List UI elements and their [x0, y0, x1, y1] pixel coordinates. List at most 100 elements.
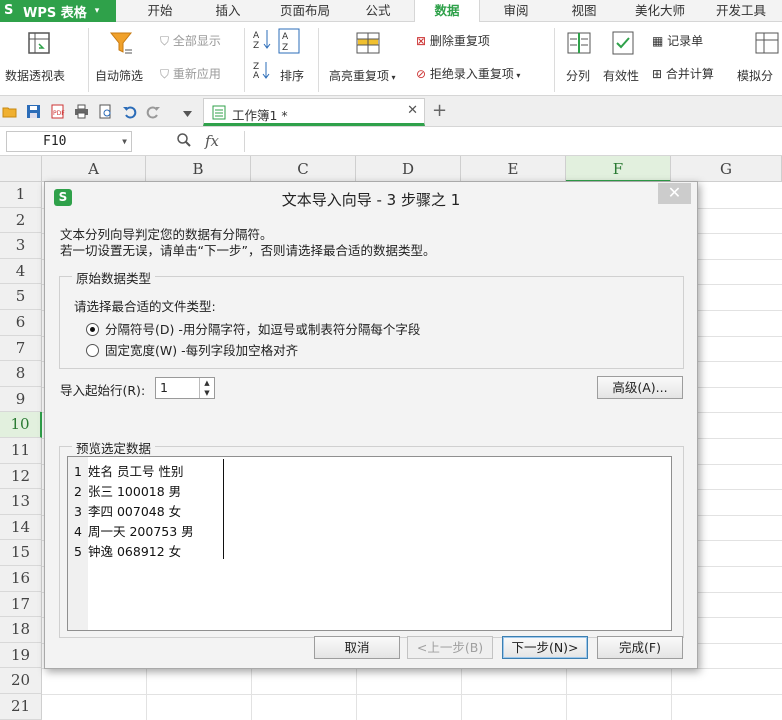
customize-toolbar-icon[interactable]: [180, 106, 195, 121]
row-header-1[interactable]: 1: [0, 182, 42, 208]
sort-button[interactable]: 排序: [280, 67, 304, 84]
delete-duplicates-button[interactable]: ⊠ 删除重复项: [416, 32, 490, 49]
tab-insert[interactable]: 插入: [204, 0, 252, 22]
simulate-button[interactable]: 模拟分: [737, 67, 773, 84]
tab-developer[interactable]: 开发工具: [704, 0, 778, 22]
row-header-12[interactable]: 12: [0, 463, 42, 490]
close-icon[interactable]: ✕: [658, 183, 691, 204]
insert-function-icon[interactable]: fx: [205, 132, 219, 150]
print-preview-icon[interactable]: [98, 104, 113, 119]
start-row-stepper[interactable]: 1 ▲ ▼: [155, 377, 215, 399]
column-header-f[interactable]: F: [566, 156, 671, 182]
radio-delimited-label: 分隔符号(D) -用分隔字符，如逗号或制表符分隔每个字段: [105, 322, 421, 337]
preview-row-number: 2: [74, 484, 82, 499]
consolidate-button[interactable]: ⊞ 合并计算: [652, 65, 714, 82]
row-header-16[interactable]: 16: [0, 566, 42, 592]
radio-fixed-width[interactable]: 固定宽度(W) -每列字段加空格对齐: [86, 340, 298, 359]
row-header-17[interactable]: 17: [0, 591, 42, 618]
export-pdf-icon[interactable]: PDF: [50, 104, 65, 119]
tab-review[interactable]: 审阅: [490, 0, 542, 22]
row-header-10[interactable]: 10: [0, 412, 42, 438]
validity-button[interactable]: 有效性: [603, 67, 639, 84]
ribbon-divider: [554, 28, 555, 92]
close-tab-icon[interactable]: ✕: [407, 103, 418, 118]
chevron-down-icon: ▼: [122, 137, 127, 146]
reject-duplicates-button[interactable]: ⊘ 拒绝录入重复项 ▾: [416, 65, 520, 82]
show-all-button[interactable]: ⛉ 全部显示: [160, 32, 221, 49]
split-columns-icon: [567, 32, 591, 54]
dialog-titlebar[interactable]: S 文本导入向导 - 3 步骤之 1 ✕: [45, 182, 697, 214]
row-header-15[interactable]: 15: [0, 540, 42, 566]
stepper-down-icon[interactable]: ▼: [200, 388, 214, 398]
row-header-3[interactable]: 3: [0, 233, 42, 259]
ribbon-divider: [318, 28, 319, 92]
reapply-button[interactable]: ⛉ 重新应用: [160, 65, 221, 82]
preview-row-number: 4: [74, 524, 82, 539]
name-box[interactable]: F10 ▼: [6, 131, 132, 152]
column-header-b[interactable]: B: [146, 156, 251, 182]
row-header-19[interactable]: 19: [0, 642, 42, 669]
undo-icon[interactable]: [122, 104, 137, 119]
highlight-duplicates-label: 高亮重复项: [329, 69, 390, 83]
row-header-7[interactable]: 7: [0, 335, 42, 362]
stepper-up-icon[interactable]: ▲: [200, 378, 214, 388]
row-header-18[interactable]: 18: [0, 617, 42, 643]
back-button[interactable]: <上一步(B): [407, 636, 493, 659]
save-icon[interactable]: [26, 104, 41, 119]
svg-text:A: A: [253, 71, 260, 80]
next-button[interactable]: 下一步(N)>: [502, 636, 588, 659]
row-header-11[interactable]: 11: [0, 438, 42, 464]
app-menu-button[interactable]: S WPS 表格 ▾: [0, 0, 116, 22]
row-header-14[interactable]: 14: [0, 514, 42, 541]
row-header-2[interactable]: 2: [0, 207, 42, 234]
row-header-8[interactable]: 8: [0, 361, 42, 387]
split-columns-button[interactable]: 分列: [566, 67, 590, 84]
column-header-e[interactable]: E: [461, 156, 566, 182]
tab-home[interactable]: 开始: [136, 0, 184, 22]
row-header-5[interactable]: 5: [0, 284, 42, 310]
redo-icon[interactable]: [146, 104, 161, 119]
row-header-13[interactable]: 13: [0, 489, 42, 515]
tab-formula[interactable]: 公式: [352, 0, 404, 22]
tab-page-layout[interactable]: 页面布局: [268, 0, 342, 22]
print-icon[interactable]: [74, 104, 89, 119]
row-header-21[interactable]: 21: [0, 694, 42, 720]
row-header-4[interactable]: 4: [0, 258, 42, 285]
finish-button[interactable]: 完成(F): [597, 636, 683, 659]
formula-input[interactable]: [244, 131, 780, 152]
row-header-9[interactable]: 9: [0, 386, 42, 413]
simulate-icon: [755, 32, 779, 54]
radio-delimited[interactable]: 分隔符号(D) -用分隔字符，如逗号或制表符分隔每个字段: [86, 319, 420, 338]
autofilter-button[interactable]: 自动筛选: [95, 67, 143, 84]
formula-bar: F10 ▼ fx: [0, 127, 782, 156]
row-header-6[interactable]: 6: [0, 310, 42, 336]
tab-data[interactable]: 数据: [414, 0, 480, 23]
tab-view[interactable]: 视图: [558, 0, 610, 22]
preview-row-text: 李四 007048 女: [88, 504, 182, 519]
open-folder-icon[interactable]: [2, 104, 17, 119]
row-header-20[interactable]: 20: [0, 668, 42, 694]
highlight-duplicates-button[interactable]: 高亮重复项 ▾: [329, 67, 396, 84]
new-tab-icon[interactable]: +: [432, 100, 447, 121]
cancel-button[interactable]: 取消: [314, 636, 400, 659]
tab-workbook1[interactable]: 工作簿1 * ✕: [203, 98, 425, 126]
stepper-buttons[interactable]: ▲ ▼: [199, 378, 214, 398]
column-header-c[interactable]: C: [251, 156, 356, 182]
cell-reference: F10: [43, 134, 67, 149]
filter-icon: [109, 32, 133, 54]
preview-row: 3 李四 007048 女: [74, 501, 181, 520]
select-all-corner[interactable]: [0, 156, 42, 182]
dialog-title: 文本导入向导 - 3 步骤之 1: [281, 191, 461, 209]
column-header-d[interactable]: D: [356, 156, 461, 182]
tab-beautify[interactable]: 美化大师: [622, 0, 698, 22]
show-all-label: 全部显示: [172, 34, 221, 48]
preview-row-number: 1: [74, 464, 82, 479]
advanced-button[interactable]: 高级(A)...: [597, 376, 683, 399]
pivot-table-button[interactable]: 数据透视表: [5, 67, 65, 84]
preview-row-text: 周一天 200753 男: [88, 524, 194, 539]
zoom-icon[interactable]: [176, 132, 192, 148]
record-form-button[interactable]: ▦ 记录单: [652, 32, 703, 49]
column-header-g[interactable]: G: [671, 156, 782, 182]
data-preview-pane[interactable]: 1 姓名 员工号 性别 2 张三 100018 男 3 李四 007048 女 4 周一…: [67, 456, 672, 631]
column-header-a[interactable]: A: [42, 156, 146, 182]
